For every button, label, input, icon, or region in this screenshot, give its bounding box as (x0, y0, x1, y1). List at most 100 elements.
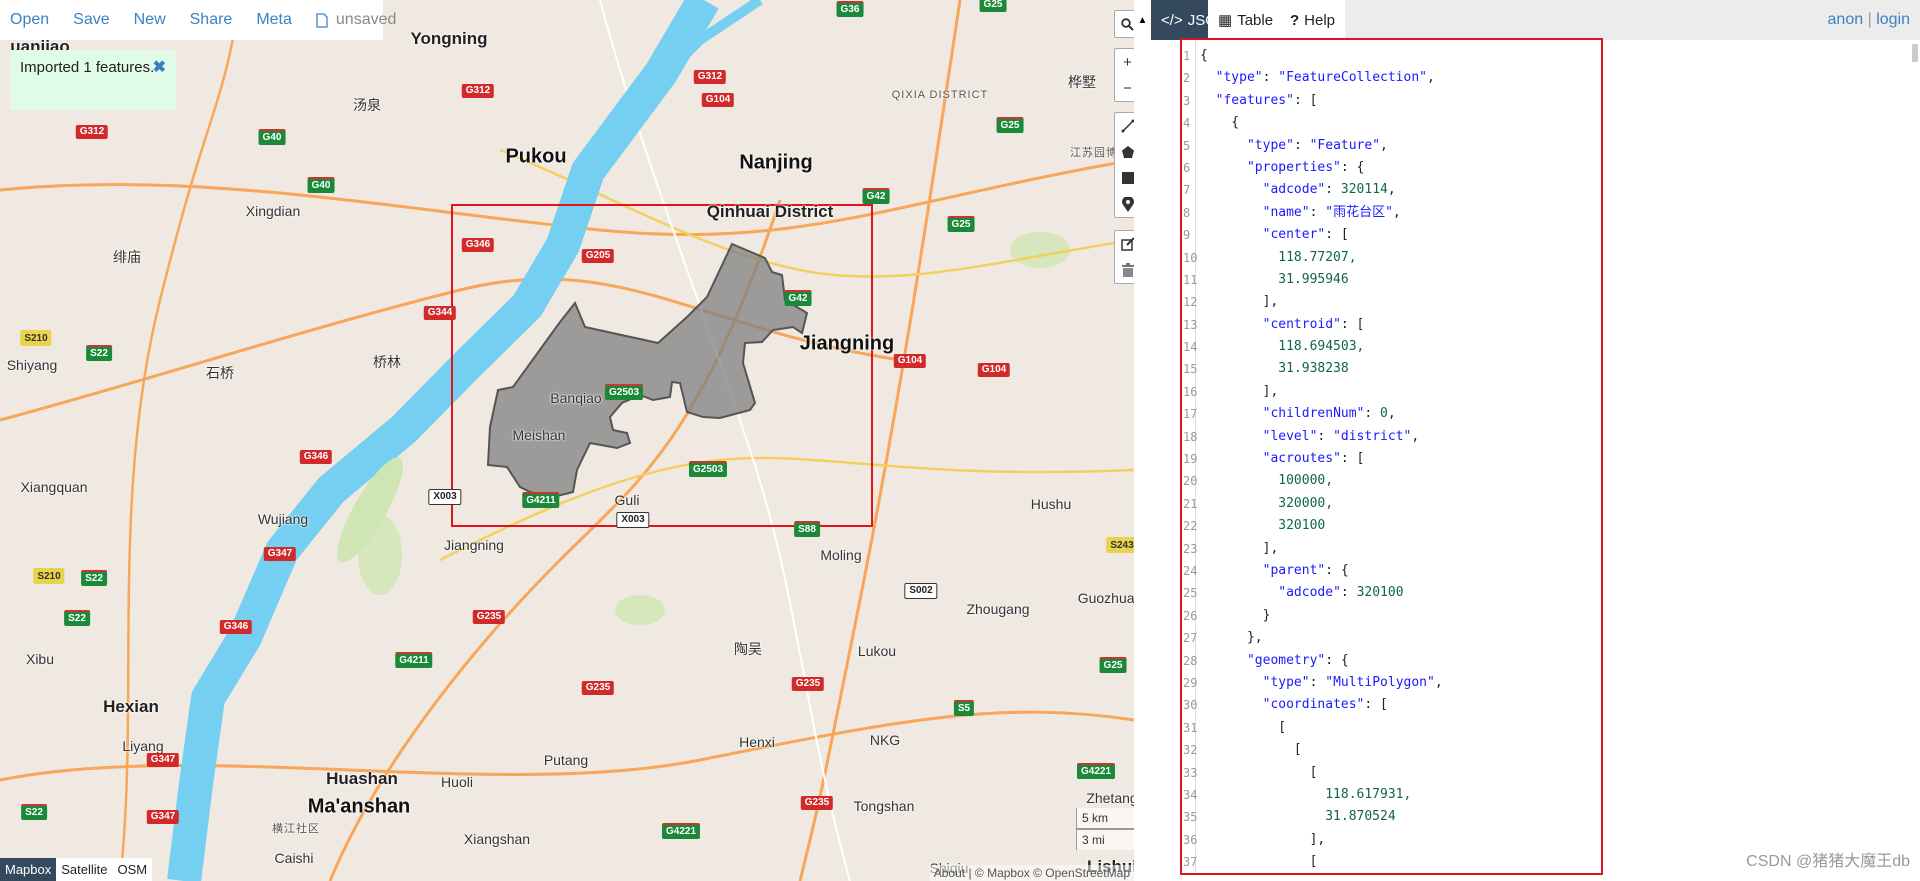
place-label: Huoli (441, 774, 473, 790)
search-control (1114, 10, 1134, 38)
line-number: 21 (1183, 496, 1198, 511)
road-shield: G312 (693, 70, 727, 84)
road-shield: G25 (996, 117, 1024, 133)
login-link[interactable]: login (1876, 11, 1910, 28)
line-number: 25 (1183, 586, 1198, 601)
search-button[interactable] (1115, 11, 1134, 37)
line-number: 31 (1183, 720, 1198, 735)
json-key: "adcode" (1262, 182, 1326, 198)
place-label: Xingdian (245, 203, 301, 219)
menu-meta[interactable]: Meta (256, 11, 292, 29)
road-shield: G347 (146, 753, 180, 767)
place-label: 桥林 (373, 354, 401, 370)
line-icon (1121, 119, 1134, 133)
scale-km: 5 km (1076, 808, 1134, 829)
line-number: 12 (1183, 295, 1198, 310)
place-label: Ma'anshan (307, 795, 411, 818)
tab-table[interactable]: ▦ Table (1208, 0, 1280, 40)
place-label: Putang (543, 752, 589, 768)
zoom-out-button[interactable]: − (1115, 75, 1134, 101)
code-area[interactable]: { "type": "FeatureCollection", "features… (1200, 45, 1443, 873)
json-key: "features" (1215, 92, 1294, 108)
line-number: 33 (1183, 765, 1198, 780)
line-number: 2 (1183, 71, 1191, 86)
place-label: Shiyang (6, 357, 58, 373)
code-line: }, (1200, 630, 1263, 646)
road-shield: X003 (428, 489, 462, 505)
zoom-in-button[interactable]: + (1115, 49, 1134, 75)
line-number: 32 (1183, 743, 1198, 758)
road-shield: G36 (836, 1, 864, 17)
line-number: 26 (1183, 608, 1198, 623)
basemap-osm[interactable]: OSM (113, 858, 153, 881)
basemap-mapbox[interactable]: Mapbox (0, 858, 57, 881)
edit-button[interactable] (1115, 231, 1134, 257)
menu-open[interactable]: Open (10, 11, 49, 29)
road-shield: S22 (64, 610, 90, 626)
place-label: Zhetang (1086, 790, 1134, 806)
line-number: 30 (1183, 698, 1198, 713)
code-line: "properties": { (1246, 159, 1365, 175)
place-label: Jiangning (444, 537, 504, 553)
road-shield: G235 (472, 610, 506, 624)
code-line: [ (1200, 854, 1318, 870)
code-line: { (1200, 48, 1208, 63)
place-label: Moling (820, 547, 862, 563)
road-shield: G42 (862, 188, 890, 204)
map-canvas (0, 0, 1134, 881)
tab-json[interactable]: </> JSON (1151, 0, 1228, 40)
code-line: [ (1200, 764, 1318, 780)
map[interactable]: uanjiao Yongning 汤泉 Pukou Nanjing QIXIA DISTR… (0, 0, 1134, 881)
line-number: 9 (1183, 228, 1191, 243)
delete-button[interactable] (1115, 257, 1134, 283)
draw-line-button[interactable] (1115, 113, 1134, 139)
import-notification: Imported 1 features. ✖ (10, 50, 176, 110)
menu-new[interactable]: New (134, 11, 166, 29)
draw-polygon-button[interactable] (1115, 139, 1134, 165)
draw-rectangle-button[interactable] (1115, 165, 1134, 191)
json-editor[interactable]: 1 2 3 4 5 6 7 8 9 10 11 12 13 14 15 16 17 18 19 20 21 22 23 24 2… (1180, 38, 1603, 875)
place-label: 绯庙 (113, 249, 141, 265)
scrollbar[interactable] (1912, 44, 1918, 62)
rectangle-icon (1121, 172, 1134, 184)
line-number: 34 (1183, 787, 1198, 802)
json-key: "center" (1262, 227, 1326, 243)
code-line: ], (1200, 383, 1279, 399)
line-number: 23 (1183, 541, 1198, 556)
place-label: Xiangshan (463, 831, 531, 847)
place-label: 石桥 (206, 365, 234, 381)
attribution[interactable]: About | © Mapbox © OpenStreetMap (929, 865, 1134, 881)
place-label: Nanjing (739, 151, 813, 174)
anon-link[interactable]: anon (1828, 11, 1864, 28)
road-shield: G235 (800, 796, 834, 810)
place-label: Caishi (274, 850, 314, 866)
code-line: 118.77207, (1200, 249, 1357, 265)
road-shield: G104 (977, 363, 1011, 377)
tab-help[interactable]: ? Help (1280, 0, 1345, 40)
road-shield: G25 (1099, 657, 1127, 673)
line-number: 27 (1183, 631, 1198, 646)
draw-marker-button[interactable] (1115, 191, 1134, 217)
code-line: "name": "雨花台区", (1262, 204, 1401, 220)
code-line: "childrenNum": 0, (1262, 406, 1396, 422)
close-icon[interactable]: ✖ (153, 58, 166, 78)
watermark: CSDN @猪猪大魔王db (1746, 853, 1910, 870)
collapse-arrow-icon[interactable]: ▲ (1134, 0, 1151, 40)
place-label: 横江社区 (272, 823, 320, 835)
road-shield: S5 (953, 700, 975, 716)
json-key: "geometry" (1246, 652, 1326, 668)
menu-share[interactable]: Share (190, 11, 233, 29)
basemap-satellite[interactable]: Satellite (56, 858, 112, 881)
code-line: 100000, (1200, 473, 1334, 489)
json-key: "parent" (1262, 562, 1326, 578)
line-number: 4 (1183, 116, 1191, 131)
scale-bar: 5 km 3 mi (1076, 808, 1134, 850)
separator: | (1867, 11, 1872, 28)
code-line: "center": [ (1262, 227, 1349, 243)
place-label: Xiangquan (20, 479, 88, 495)
place-label: Qinhuai District (706, 202, 834, 221)
json-key: "acroutes" (1262, 451, 1341, 467)
menu-save[interactable]: Save (73, 11, 109, 29)
line-number: 29 (1183, 675, 1198, 690)
road-shield: G25 (947, 216, 975, 232)
